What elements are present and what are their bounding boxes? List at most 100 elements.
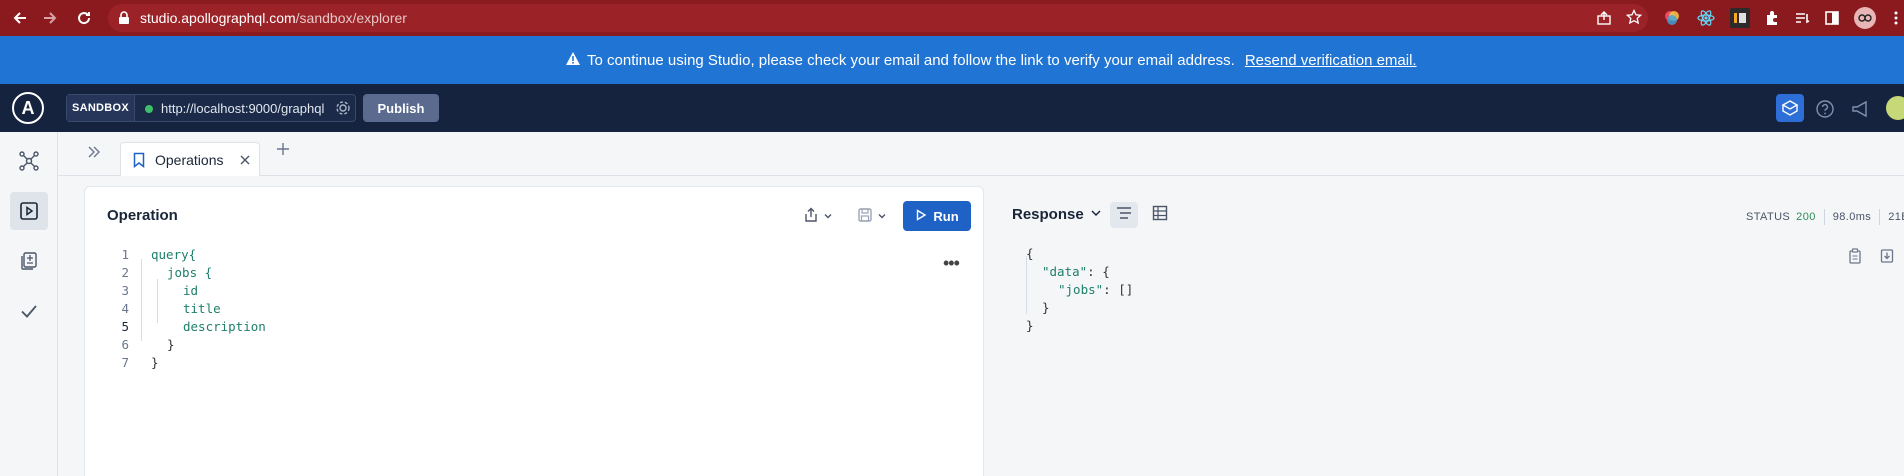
warning-icon [565,51,581,70]
chevron-down-icon [877,208,887,226]
indent-guide [1026,256,1027,314]
download-icon[interactable] [1880,248,1894,269]
add-tab-icon[interactable] [276,142,290,161]
table-view-toggle[interactable] [1146,202,1174,228]
indent-guide [157,279,158,323]
json-value: : { [1087,264,1110,279]
resend-verification-link[interactable]: Resend verification email. [1245,52,1417,69]
banner-text: To continue using Studio, please check y… [565,51,1417,70]
text-view-toggle[interactable] [1110,202,1138,228]
apollo-logo[interactable]: A [12,92,44,124]
bookmark-icon [133,152,145,173]
color-extension-icon[interactable] [1662,8,1682,28]
checks-icon[interactable] [10,292,48,330]
bookmark-star-icon[interactable] [1625,8,1643,30]
response-title: Response [1012,206,1084,223]
line-number: 4 [121,301,129,316]
connection-status-dot [145,105,153,113]
sandbox-tag: SANDBOX [67,95,135,121]
line-number: 7 [121,355,129,370]
expand-panel-icon[interactable] [86,144,102,165]
response-line: } [1026,318,1034,333]
more-options-icon[interactable]: ••• [943,253,960,274]
play-icon [915,208,927,224]
tab-bar: Operations [58,132,1904,176]
line-number: 2 [121,265,129,280]
chevron-down-icon [1090,206,1102,223]
code-line: title [183,301,221,316]
reload-icon[interactable] [72,6,96,30]
share-icon [803,207,819,228]
left-nav [0,132,58,476]
indent-guide [141,259,142,341]
banner-message: To continue using Studio, please check y… [587,52,1235,69]
endpoint-url[interactable]: http://localhost:9000/graphql [161,101,331,116]
json-key: "jobs" [1058,282,1104,297]
code-line: } [167,337,175,352]
response-status: STATUS 200 98.0ms 21B [1746,209,1904,225]
gear-icon[interactable] [335,100,351,121]
operation-panel: Operation Run ••• 1 query{ 2 jobs { 3 id… [84,186,984,476]
user-avatar[interactable] [1886,96,1904,120]
operation-title: Operation [107,207,178,224]
share-operation-button[interactable] [803,205,847,229]
forward-icon[interactable] [38,6,62,30]
run-button[interactable]: Run [903,201,971,231]
help-icon[interactable] [1812,96,1838,122]
side-panel-icon[interactable] [1822,8,1842,28]
save-operation-button[interactable] [857,205,901,229]
code-line: description [183,319,266,334]
code-line: query{ [151,247,197,262]
response-size: 21B [1888,211,1904,223]
url-text: studio.apollographql.com/sandbox/explore… [140,10,407,26]
status-code: 200 [1796,211,1816,223]
close-icon[interactable] [239,153,251,171]
code-line: } [151,355,159,370]
json-value: : [] [1103,282,1134,297]
response-panel: Response STATUS 200 98.0ms 21B { "data":… [984,186,1904,476]
save-icon [857,207,873,228]
browser-menu-icon[interactable] [1886,8,1904,28]
schema-graph-icon[interactable] [10,142,48,180]
react-devtools-icon[interactable] [1696,8,1716,28]
studio-header: A SANDBOX http://localhost:9000/graphql … [0,84,1904,132]
run-label: Run [933,208,959,224]
response-title-dropdown[interactable]: Response [1012,206,1102,223]
cube-icon[interactable] [1776,94,1804,122]
code-line: id [183,283,199,298]
line-number: 6 [121,337,129,352]
code-line: jobs { [167,265,213,280]
tab-operations[interactable]: Operations [120,142,260,176]
announcements-megaphone-icon[interactable] [1848,96,1874,122]
lighthouse-extension-icon[interactable] [1730,8,1750,28]
browser-toolbar: studio.apollographql.com/sandbox/explore… [0,0,1904,36]
endpoint-selector[interactable]: SANDBOX http://localhost:9000/graphql [66,94,356,122]
copy-icon[interactable] [1848,248,1862,269]
back-icon[interactable] [8,6,32,30]
publish-button[interactable]: Publish [363,94,439,122]
line-number: 5 [121,319,129,334]
extensions-puzzle-icon[interactable] [1762,8,1782,28]
response-line: "jobs": [] [1058,282,1133,297]
verification-banner: To continue using Studio, please check y… [0,36,1904,84]
line-number: 1 [121,247,129,262]
reading-list-icon[interactable] [1792,8,1812,28]
address-bar[interactable]: studio.apollographql.com/sandbox/explore… [108,4,1648,32]
chevron-down-icon [823,208,833,226]
tab-label: Operations [155,152,224,168]
table-icon [1152,205,1168,226]
profile-avatar[interactable] [1854,7,1876,29]
status-label: STATUS [1746,211,1791,223]
json-key: "data" [1042,264,1088,279]
response-time: 98.0ms [1832,211,1872,223]
response-line: { [1026,246,1034,261]
response-line: } [1042,300,1050,315]
operation-collections-icon[interactable] [10,242,48,280]
response-line: "data": { [1042,264,1110,279]
share-page-icon[interactable] [1596,10,1612,31]
divider [1823,209,1825,225]
line-number: 3 [121,283,129,298]
explorer-play-icon[interactable] [10,192,48,230]
lock-icon [118,11,130,30]
text-lines-icon [1116,206,1132,225]
